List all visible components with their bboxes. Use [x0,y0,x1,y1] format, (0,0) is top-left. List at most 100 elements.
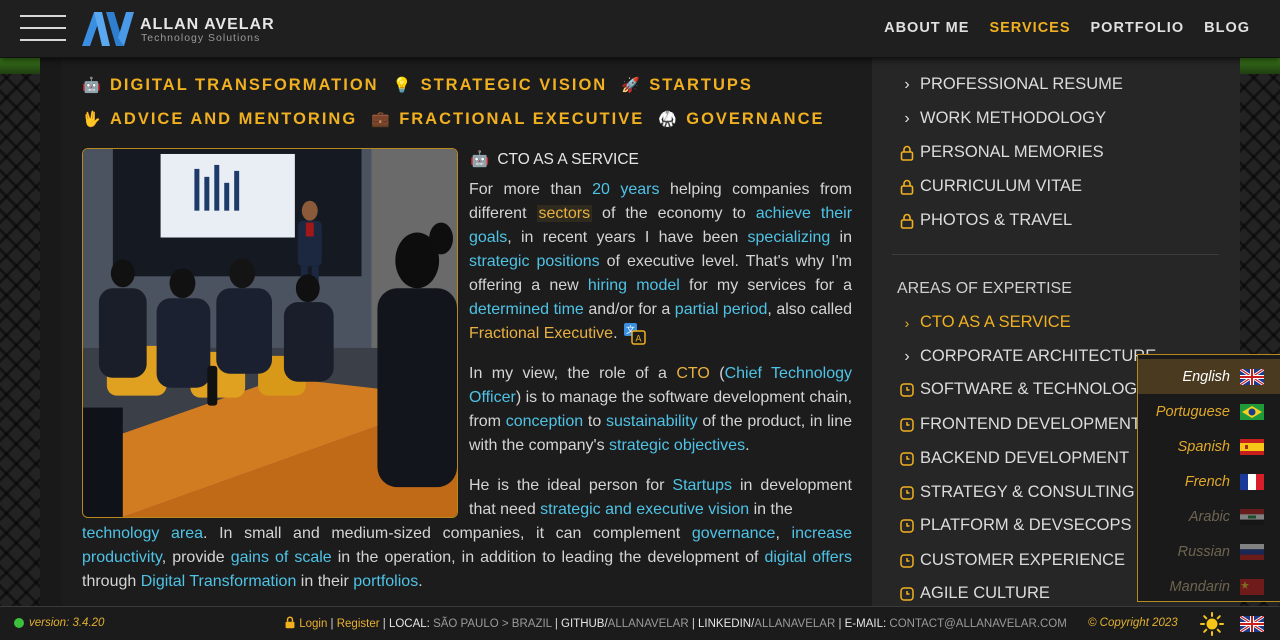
sidebar-item-software-technology[interactable]: SOFTWARE & TECHNOLOGY [900,380,1148,399]
link-startups[interactable]: Startups [672,477,732,494]
login-link[interactable]: Login [299,618,327,630]
status-dot-icon [14,618,24,628]
sidebar-item-customer-experience[interactable]: CUSTOMER EXPERIENCE [900,551,1125,570]
sidebar-item-personal-memories[interactable]: PERSONAL MEMORIES [900,143,1104,162]
paragraph-cto-role: In my view, the role of a CTO (Chief Tec… [469,365,853,454]
language-option-arabic[interactable]: Arabic [1138,499,1280,534]
category-label: FRACTIONAL EXECUTIVE [399,109,645,128]
site-footer: version: 3.4.20 Login | Register | LOCAL… [0,606,1280,640]
svg-text:A: A [635,334,642,344]
link-gains-of-scale[interactable]: gains of scale [231,549,332,566]
link-partial-period[interactable]: partial period [675,301,768,318]
link-digital-transformation[interactable]: Digital Transformation [141,573,297,590]
uk-flag-icon[interactable] [1240,616,1264,632]
sidebar-item-curriculum-vitae[interactable]: CURRICULUM VITAE [900,177,1082,196]
sidebar-item-platform-devsecops[interactable]: PLATFORM & DEVSECOPS [900,516,1132,535]
link-digital-offers[interactable]: digital offers [764,549,852,566]
sidebar-divider [892,254,1219,255]
email-link[interactable]: CONTACT@ALLANAVELAR.COM [889,618,1066,630]
decor-strip-right [1240,58,1280,74]
logo-icon[interactable] [80,10,136,48]
link-sectors[interactable]: sectors [536,205,593,222]
logo-tagline: Technology Solutions [141,32,261,44]
version-text: version: 3.4.20 [29,617,105,629]
language-label: Mandarin [1169,578,1230,595]
chevron-right-icon: › [904,109,910,127]
category-startups[interactable]: 🚀 STARTUPS [621,76,753,95]
nav-services[interactable]: SERVICES [989,20,1070,36]
hamburger-menu-icon[interactable] [20,14,66,42]
language-option-mandarin[interactable]: Mandarin [1138,569,1280,604]
sidebar-heading: AREAS OF EXPERTISE [897,280,1072,297]
language-menu: English Portuguese Spanish French Arabic… [1137,354,1280,602]
sidebar-item-agile-culture[interactable]: AGILE CULTURE [900,584,1050,603]
github-link[interactable]: ALLANAVELAR [608,618,689,630]
language-label: Russian [1177,543,1230,560]
translate-icon[interactable]: 文A [623,322,646,345]
category-fractional-executive[interactable]: 💼 FRACTIONAL EXECUTIVE [371,110,644,129]
site-header: ALLAN AVELAR Technology Solutions ABOUT … [0,0,1280,58]
link-strategic-objectives[interactable]: strategic objectives [609,437,745,454]
link-strategic-positions[interactable]: strategic positions [469,253,600,270]
paragraph-ideal-person: He is the ideal person for Startups in d… [469,477,852,518]
language-label: Arabic [1188,508,1230,525]
chevron-right-icon: › [904,75,910,93]
copyright: © Copyright 2023 [1088,617,1178,629]
sidebar-item-label: SOFTWARE & TECHNOLOGY [920,380,1149,398]
link-hiring-model[interactable]: hiring model [588,277,680,294]
clock-icon [900,518,914,533]
briefcase-icon: 💼 [371,111,392,128]
iraq-flag-icon [1240,508,1264,525]
sidebar-item-label: STRATEGY & CONSULTING [920,483,1135,501]
sidebar-item-cto-as-a-service[interactable]: › CTO AS A SERVICE [900,313,1071,332]
link-specializing[interactable]: specializing [748,229,831,246]
sidebar-item-strategy-consulting[interactable]: STRATEGY & CONSULTING [900,483,1135,502]
link-governance[interactable]: governance [692,525,776,542]
link-20-years[interactable]: 20 years [592,181,659,198]
category-label: GOVERNANCE [686,109,825,128]
footer-links: Login | Register | LOCAL: SÃO PAULO > BR… [284,616,1067,630]
sidebar-item-backend-development[interactable]: BACKEND DEVELOPMENT [900,449,1129,468]
sidebar-item-work-methodology[interactable]: › WORK METHODOLOGY [900,109,1106,128]
link-sustainability[interactable]: sustainability [606,413,698,430]
nav-blog[interactable]: BLOG [1204,20,1250,36]
clock-icon [900,382,914,397]
service-categories: 🤖 DIGITAL TRANSFORMATION 💡 STRATEGIC VIS… [82,68,862,136]
category-strategic-vision[interactable]: 💡 STRATEGIC VISION [393,76,608,95]
sidebar-item-label: PHOTOS & TRAVEL [920,211,1073,229]
sidebar-item-label: FRONTEND DEVELOPMENT [920,415,1141,433]
nav-about-me[interactable]: ABOUT ME [884,20,969,36]
decor-strip-left [0,58,40,74]
paragraph-ideal-person-cont: technology area. In small and medium-siz… [82,525,853,590]
link-portfolios[interactable]: portfolios [353,573,418,590]
sidebar-item-professional-resume[interactable]: › PROFESSIONAL RESUME [900,75,1123,94]
uk-flag-icon [1240,368,1264,385]
link-fractional-executive[interactable]: Fractional Executive [469,325,613,342]
language-option-russian[interactable]: Russian [1138,534,1280,569]
category-digital-transformation[interactable]: 🤖 DIGITAL TRANSFORMATION [82,76,379,95]
sidebar-item-corporate-architecture[interactable]: › CORPORATE ARCHITECTURE [900,347,1156,366]
section-title-text: CTO AS A SERVICE [497,150,639,168]
register-link[interactable]: Register [337,618,380,630]
category-governance[interactable]: 🥋 GOVERNANCE [658,110,824,129]
link-cto[interactable]: CTO [676,365,709,382]
language-option-portuguese[interactable]: Portuguese [1138,394,1280,429]
link-strategic-executive-vision[interactable]: strategic and executive vision [540,501,749,518]
link-technology-area[interactable]: technology area [82,525,203,542]
category-advice-mentoring[interactable]: 🖖 ADVICE AND MENTORING [82,110,357,129]
language-label: Portuguese [1155,403,1230,420]
language-option-english[interactable]: English [1138,359,1280,394]
panel-edge [40,58,62,608]
nav-portfolio[interactable]: PORTFOLIO [1091,20,1185,36]
language-option-spanish[interactable]: Spanish [1138,429,1280,464]
hand-icon: 🖖 [82,111,103,128]
sidebar-item-photos-travel[interactable]: PHOTOS & TRAVEL [900,211,1072,230]
link-conception[interactable]: conception [506,413,583,430]
lock-icon [900,145,914,161]
sun-icon[interactable] [1200,612,1224,636]
sidebar-item-label: AGILE CULTURE [920,584,1050,602]
linkedin-link[interactable]: ALLANAVELAR [754,618,835,630]
language-option-french[interactable]: French [1138,464,1280,499]
link-determined-time[interactable]: determined time [469,301,584,318]
sidebar-item-frontend-development[interactable]: FRONTEND DEVELOPMENT [900,415,1141,434]
